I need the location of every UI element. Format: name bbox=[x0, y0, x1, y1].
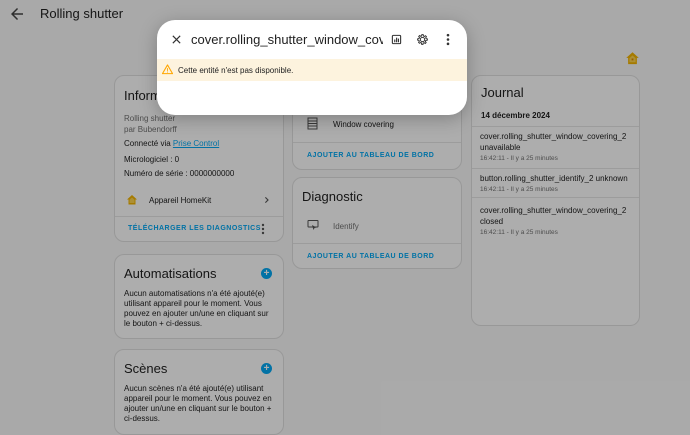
more-vertical-icon[interactable] bbox=[445, 33, 451, 46]
warning-icon bbox=[162, 64, 173, 75]
gear-icon[interactable] bbox=[416, 33, 429, 46]
dialog-title: cover.rolling_shutter_window_covering_2 bbox=[191, 32, 383, 47]
warning-text: Cette entité n'est pas disponible. bbox=[178, 66, 294, 75]
entity-dialog: cover.rolling_shutter_window_covering_2 … bbox=[157, 20, 467, 115]
history-chart-icon[interactable] bbox=[391, 34, 402, 45]
close-icon[interactable] bbox=[171, 34, 182, 45]
unavailable-warning: Cette entité n'est pas disponible. bbox=[157, 59, 467, 81]
